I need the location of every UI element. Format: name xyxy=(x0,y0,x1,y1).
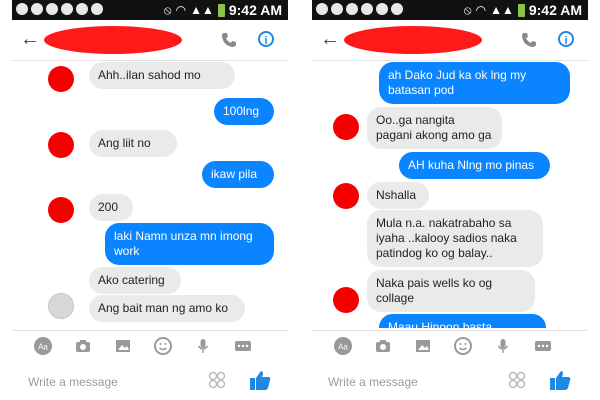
text-format-label: Aa xyxy=(38,343,48,352)
notification-icons xyxy=(16,3,103,15)
conversation-header: ← i xyxy=(12,20,288,61)
avatar xyxy=(333,287,359,313)
message-bubble-incoming: Oo..ga nangita pagani akong amo ga xyxy=(367,107,502,149)
notification-icon xyxy=(346,3,358,15)
mute-icon: ⦸ xyxy=(163,3,172,17)
message-bubble-outgoing: ah Dako Jud ka ok lng my batasan pod xyxy=(379,62,570,104)
notification-icon xyxy=(16,3,28,15)
phone-screen-left: ⦸ ◠ ▲▲ 9:42 AM ← i Ahh..ilan sahod mo 10… xyxy=(12,0,288,400)
notification-icon xyxy=(361,3,373,15)
message-bubble-incoming: Ang bait man ng amo ko xyxy=(89,295,245,322)
avatar xyxy=(48,197,74,223)
clock: 9:42 AM xyxy=(228,2,282,18)
message-bubble-outgoing: laki Namn unza mn imong work xyxy=(105,223,274,265)
microphone-icon[interactable] xyxy=(194,337,212,355)
clock: 9:42 AM xyxy=(528,2,582,18)
composer-toolbar: Aa xyxy=(12,335,288,357)
contact-name-redacted xyxy=(344,26,482,54)
microphone-icon[interactable] xyxy=(494,337,512,355)
avatar xyxy=(333,183,359,209)
notification-icon xyxy=(76,3,88,15)
notification-icon xyxy=(376,3,388,15)
signal-icon: ▲▲ xyxy=(190,3,214,17)
notification-icon xyxy=(46,3,58,15)
camera-icon[interactable] xyxy=(74,337,92,355)
notification-icon xyxy=(391,3,403,15)
signal-icon: ▲▲ xyxy=(490,3,514,17)
contact-name-redacted xyxy=(44,26,182,54)
message-bubble-incoming: 200 xyxy=(89,194,133,221)
notification-icon xyxy=(61,3,73,15)
notification-icon xyxy=(331,3,343,15)
message-bubble-outgoing: 100lng xyxy=(214,98,274,125)
phone-call-icon[interactable] xyxy=(520,31,538,49)
message-bubble-incoming: Ahh..ilan sahod mo xyxy=(89,62,235,89)
text-format-icon[interactable]: Aa xyxy=(334,337,352,355)
more-icon[interactable] xyxy=(234,337,252,355)
battery-icon xyxy=(517,3,525,17)
back-arrow-icon[interactable]: ← xyxy=(320,27,340,51)
status-bar: ⦸ ◠ ▲▲ 9:42 AM xyxy=(12,0,288,20)
message-bubble-outgoing: Maau Hinoon basta xyxy=(379,314,546,328)
message-bubble-incoming: Nshalla xyxy=(367,182,429,209)
message-bubble-incoming: Ako catering xyxy=(89,267,181,294)
conversation-header: ← i xyxy=(312,20,588,61)
avatar xyxy=(333,114,359,140)
text-format-label: Aa xyxy=(338,343,348,352)
info-icon[interactable]: i xyxy=(558,31,574,47)
back-arrow-icon[interactable]: ← xyxy=(20,27,40,51)
battery-icon xyxy=(217,3,225,17)
wifi-icon: ◠ xyxy=(475,3,487,17)
message-list: Ahh..ilan sahod mo 100lng Ang liit no ik… xyxy=(12,62,288,328)
emoji-icon[interactable] xyxy=(454,337,472,355)
message-bubble-incoming: Naka pais wells ko og collage xyxy=(367,270,535,312)
message-list: ah Dako Jud ka ok lng my batasan pod Oo.… xyxy=(312,62,588,328)
notification-icon xyxy=(91,3,103,15)
phone-screen-right: ⦸ ◠ ▲▲ 9:42 AM ← i ah Dako Jud ka ok lng… xyxy=(312,0,588,400)
text-format-icon[interactable]: Aa xyxy=(34,337,52,355)
message-bubble-incoming: Mula n.a. nakatrabaho sa iyaha ..kalooy … xyxy=(367,210,543,267)
status-bar: ⦸ ◠ ▲▲ 9:42 AM xyxy=(312,0,588,20)
status-right: ⦸ ◠ ▲▲ 9:42 AM xyxy=(464,2,582,18)
sticker-icon[interactable] xyxy=(508,371,526,389)
sticker-icon[interactable] xyxy=(208,371,226,389)
info-icon[interactable]: i xyxy=(258,31,274,47)
more-icon[interactable] xyxy=(534,337,552,355)
thumbs-up-icon[interactable] xyxy=(248,368,272,392)
notification-icon xyxy=(31,3,43,15)
avatar xyxy=(48,293,74,319)
composer-toolbar: Aa xyxy=(312,335,588,357)
status-right: ⦸ ◠ ▲▲ 9:42 AM xyxy=(164,2,282,18)
camera-icon[interactable] xyxy=(374,337,392,355)
avatar xyxy=(48,132,74,158)
gallery-icon[interactable] xyxy=(414,337,432,355)
emoji-icon[interactable] xyxy=(154,337,172,355)
message-input[interactable]: Write a message xyxy=(28,375,118,389)
avatar xyxy=(48,66,74,92)
phone-call-icon[interactable] xyxy=(220,31,238,49)
notification-icons xyxy=(316,3,403,15)
composer: Aa Write a message xyxy=(312,330,588,400)
message-input[interactable]: Write a message xyxy=(328,375,418,389)
thumbs-up-icon[interactable] xyxy=(548,368,572,392)
message-bubble-incoming: Ang liit no xyxy=(89,130,177,157)
message-bubble-outgoing: ikaw pila xyxy=(202,161,274,188)
wifi-icon: ◠ xyxy=(175,3,187,17)
composer: Aa Write a message xyxy=(12,330,288,400)
message-bubble-outgoing: AH kuha Nlng mo pinas xyxy=(399,152,550,179)
notification-icon xyxy=(316,3,328,15)
gallery-icon[interactable] xyxy=(114,337,132,355)
mute-icon: ⦸ xyxy=(463,3,472,17)
